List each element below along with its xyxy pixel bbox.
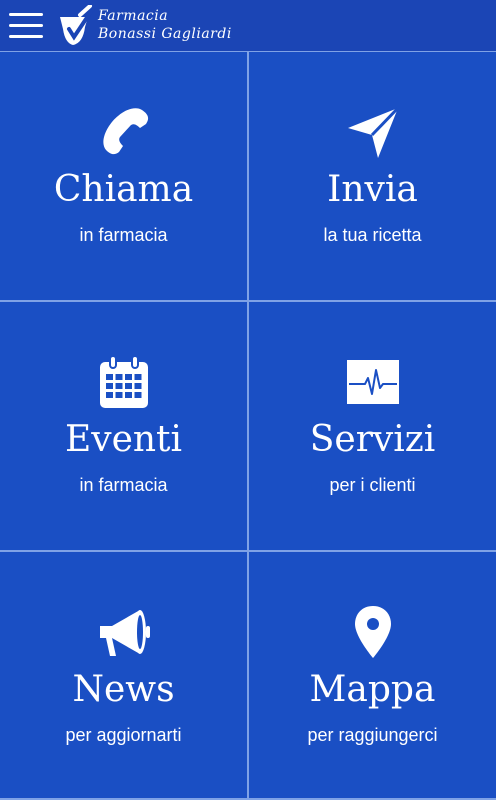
- tile-subtitle: la tua ricetta: [323, 225, 422, 245]
- map-pin-icon: [354, 606, 391, 658]
- app-header: Farmacia Bonassi Gagliardi: [0, 0, 496, 52]
- tile-subtitle: per aggiornarti: [65, 725, 182, 745]
- tile-eventi[interactable]: Eventi in farmacia: [0, 302, 247, 550]
- tile-title: News: [72, 669, 175, 710]
- brand-line-2: Bonassi Gagliardi: [98, 26, 232, 42]
- hamburger-menu-icon[interactable]: [9, 13, 43, 39]
- tile-title: Eventi: [64, 419, 183, 460]
- tile-title: Chiama: [53, 169, 194, 210]
- tile-subtitle: in farmacia: [79, 475, 168, 495]
- brand-line-1: Farmacia: [98, 8, 169, 24]
- tile-title: Servizi: [309, 419, 436, 460]
- mortar-pestle-logo: [60, 5, 96, 45]
- grid-divider-horizontal: [0, 550, 496, 552]
- tile-chiama[interactable]: Chiama in farmacia: [0, 52, 247, 300]
- tile-invia[interactable]: Invia la tua ricetta: [249, 52, 496, 300]
- calendar-icon: [99, 355, 148, 408]
- phone-icon: [102, 108, 148, 155]
- tile-subtitle: in farmacia: [79, 225, 168, 245]
- brand-name: Farmacia Bonassi Gagliardi: [98, 7, 232, 43]
- grid-divider-vertical: [247, 52, 249, 800]
- grid-divider-horizontal: [0, 300, 496, 302]
- tile-news[interactable]: News per aggiornarti: [0, 552, 247, 800]
- tile-title: Invia: [327, 169, 418, 210]
- tile-servizi[interactable]: Servizi per i clienti: [249, 302, 496, 550]
- tile-title: Mappa: [309, 669, 436, 710]
- megaphone-icon: [99, 610, 150, 656]
- paper-plane-icon: [347, 106, 399, 158]
- heartbeat-monitor-icon: [346, 360, 399, 404]
- tile-subtitle: per raggiungerci: [307, 725, 438, 745]
- tile-mappa[interactable]: Mappa per raggiungerci: [249, 552, 496, 800]
- tile-subtitle: per i clienti: [329, 475, 416, 495]
